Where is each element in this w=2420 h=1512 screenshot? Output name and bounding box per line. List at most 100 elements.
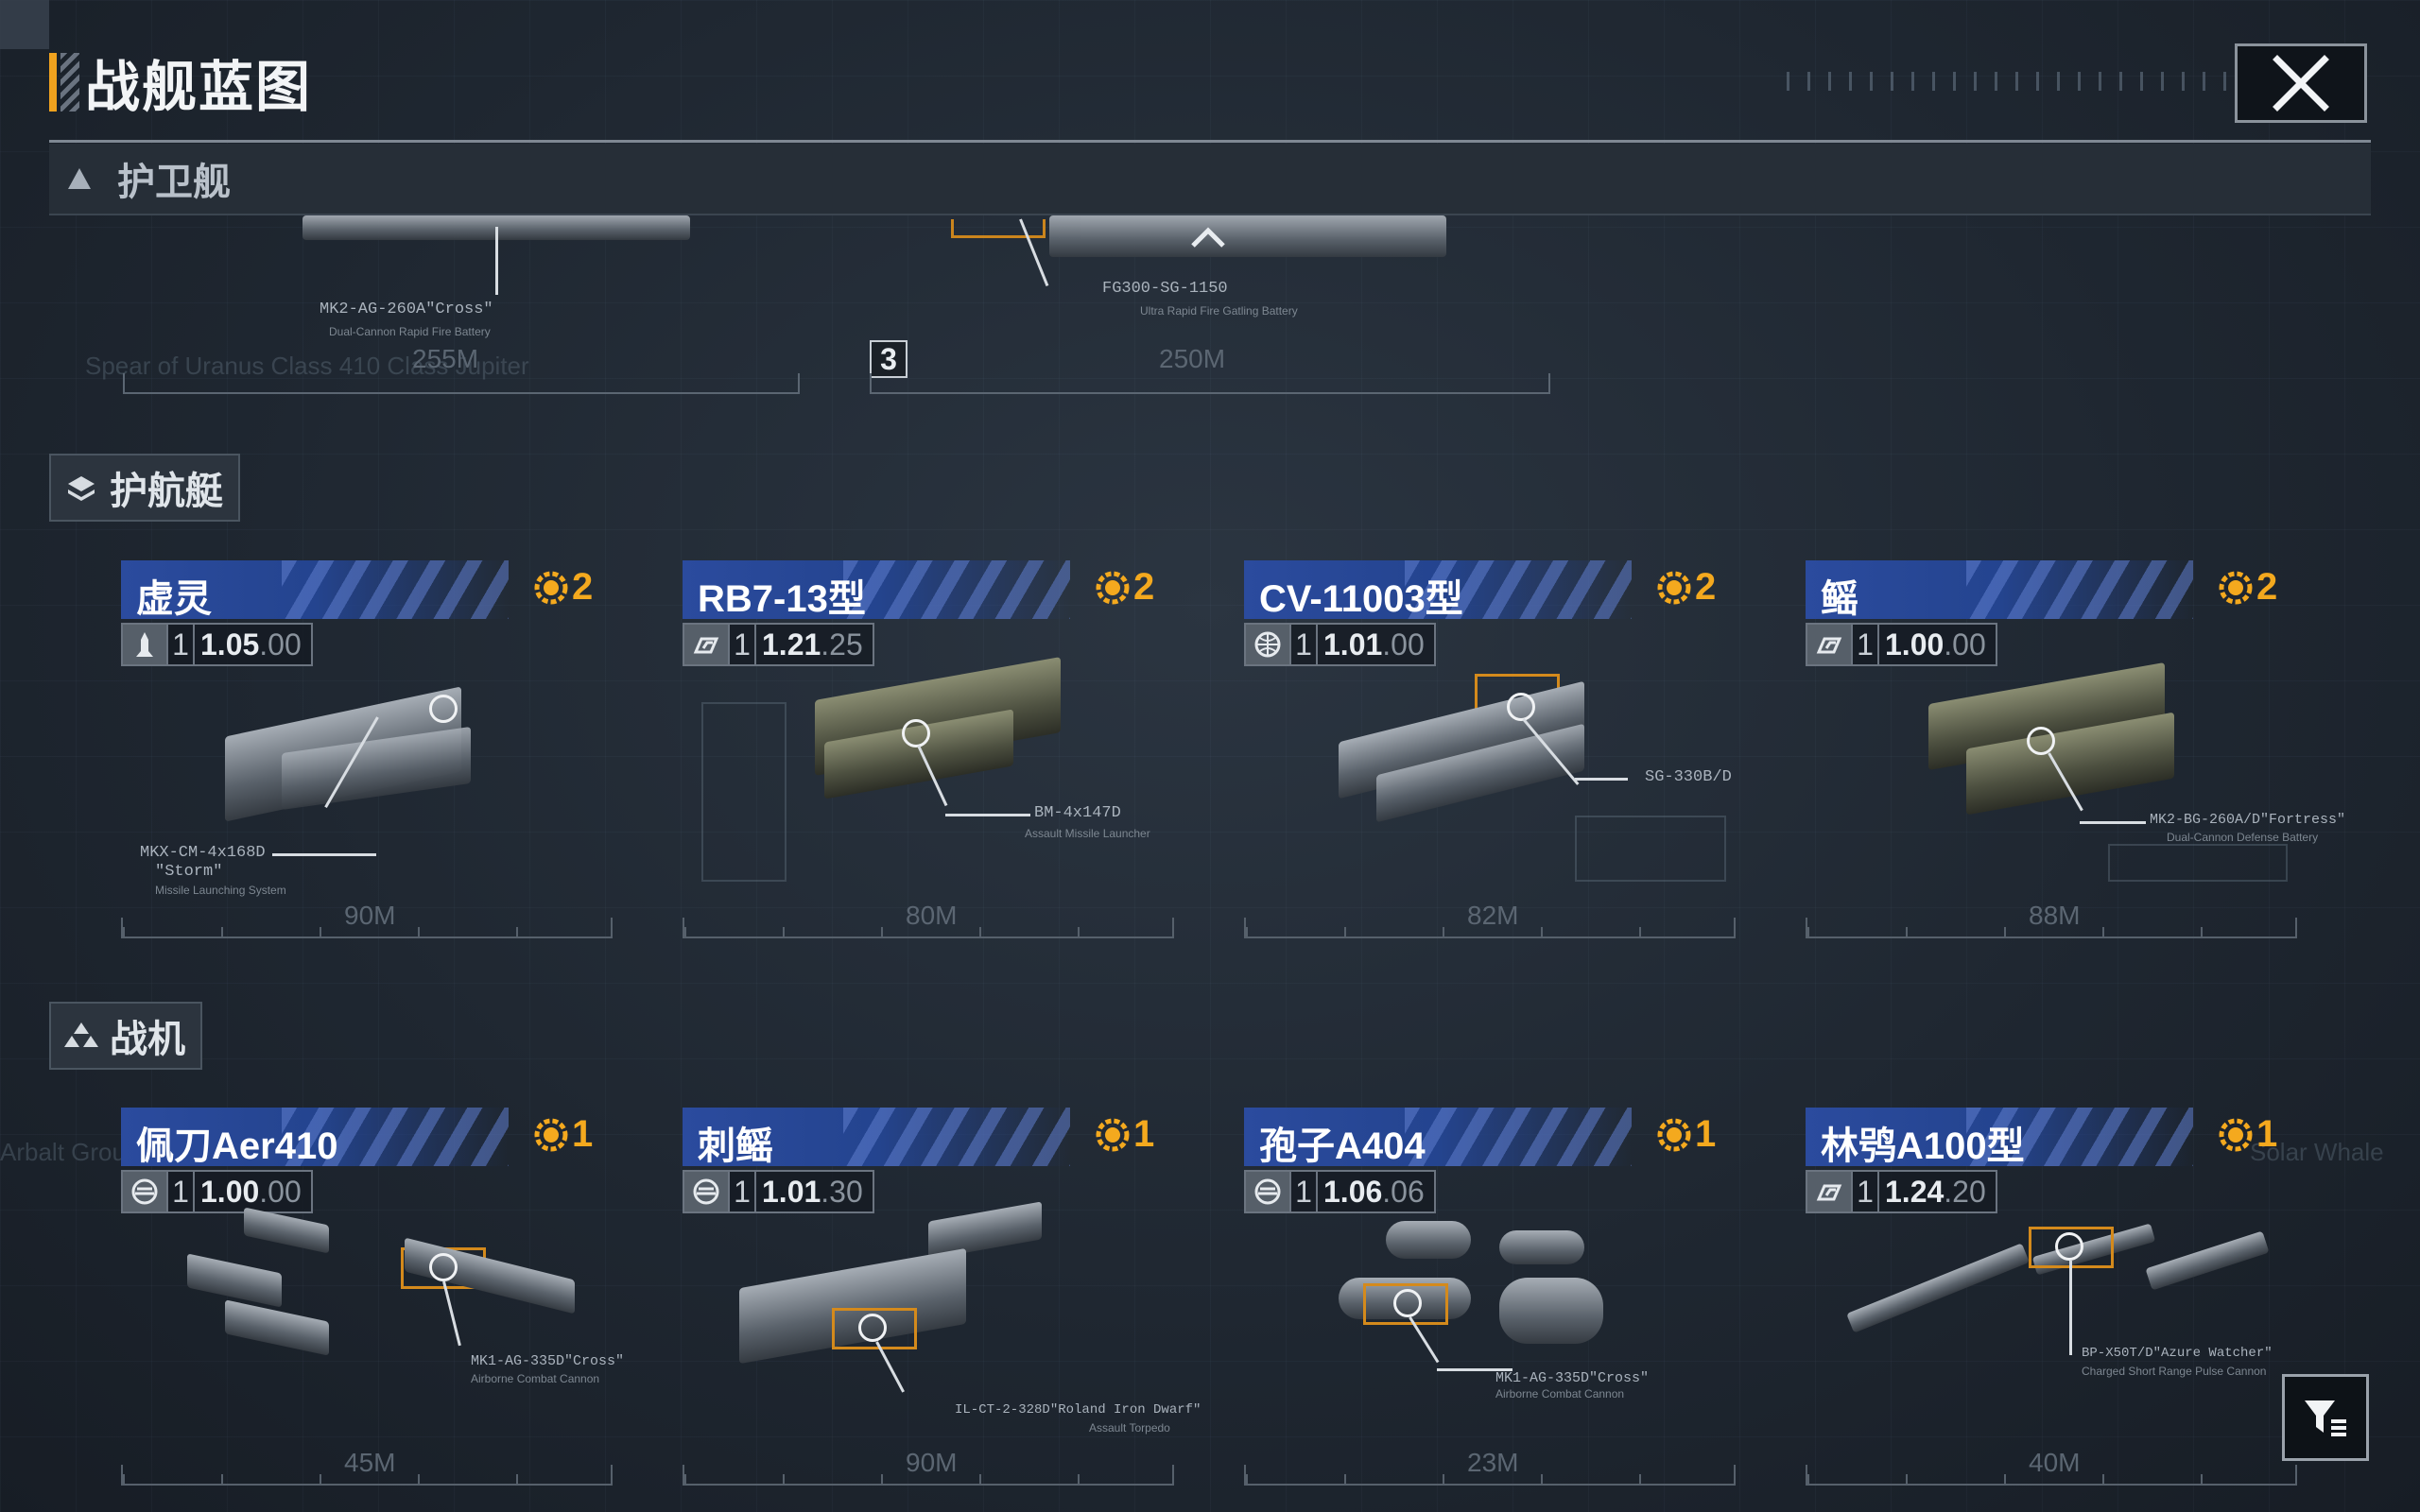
close-button[interactable]: [2235, 43, 2367, 123]
size-ruler: [1244, 1465, 1736, 1486]
remnant-weapon-sub-2: Ultra Rapid Fire Gatling Battery: [1140, 304, 1298, 318]
cost-value: 2: [1133, 566, 1155, 608]
weapon-name: MK2-BG-260A/D"Fortress": [2150, 812, 2346, 828]
cost-value: 1: [2256, 1113, 2278, 1155]
remnant-weapon-2: FG300-SG-1150: [1102, 280, 1228, 298]
cost-value: 2: [1695, 566, 1717, 608]
ship-name: RB7-13型: [698, 578, 866, 620]
callout-leader: [2069, 1261, 2072, 1355]
title-accent-bar: [49, 53, 57, 112]
escort-layers-icon: [68, 476, 95, 501]
rank-badge: 3: [870, 340, 908, 378]
stat-box: 1 1.00.00: [121, 1170, 313, 1213]
speed-icon: [684, 625, 728, 664]
stat-value: 1.01.00: [1323, 627, 1425, 662]
weapon-subtitle: Charged Short Range Pulse Cannon: [2082, 1365, 2267, 1378]
size-ruler: [121, 1465, 613, 1486]
weapon-name: IL-CT-2-328D"Roland Iron Dwarf": [955, 1402, 1201, 1418]
section-header-escort[interactable]: 护航艇: [49, 454, 240, 522]
card-banner: [1806, 560, 2193, 619]
stat-value: 1.00.00: [1885, 627, 1986, 662]
stat-box: 1 1.24.20: [1806, 1170, 1997, 1213]
ship-card[interactable]: 佩刀Aer410 1 1 1.00.00 MK1-AG-335D"Cross" …: [121, 1108, 624, 1490]
stat-level: 1: [1851, 625, 1879, 664]
ship-name: 孢子A404: [1259, 1125, 1426, 1167]
remnant-weapon-sub-1: Dual-Cannon Rapid Fire Battery: [329, 325, 491, 338]
stat-box: 1 1.05.00: [121, 623, 313, 666]
decorative-ticks: [1787, 72, 2240, 91]
stat-value: 1.00.00: [200, 1174, 302, 1209]
ship-card[interactable]: 虚灵 2 1 1.05.00 MKX-CM-4x168D "Storm" Mis…: [121, 560, 613, 943]
cost-badge: 2: [1657, 566, 1716, 609]
cost-value: 1: [572, 1113, 594, 1155]
ship-card[interactable]: 刺鳐 1 1 1.01.30 IL-CT-2-328D"Roland Iron …: [683, 1108, 1201, 1490]
size-ruler: [1806, 918, 2297, 938]
stat-box: 1 1.00.00: [1806, 623, 1997, 666]
weapon-name: BM-4x147D: [1034, 804, 1121, 822]
stat-box: 1 1.01.30: [683, 1170, 874, 1213]
stat-level: 1: [1289, 1172, 1318, 1211]
cost-badge: 2: [2219, 566, 2277, 609]
cost-value: 1: [1695, 1113, 1717, 1155]
target-ring: [2055, 1232, 2083, 1261]
weapon-name: BP-X50T/D"Azure Watcher": [2082, 1346, 2273, 1361]
filter-button[interactable]: [2282, 1374, 2369, 1461]
weapon-subtitle: Assault Missile Launcher: [1025, 827, 1150, 840]
sticky-category-bar[interactable]: 护卫舰: [49, 144, 2371, 215]
callout-leader: [495, 227, 498, 295]
cost-badge: 2: [534, 566, 593, 609]
header-divider: [49, 140, 2371, 143]
stat-value: 1.21.25: [762, 627, 863, 662]
stat-value: 1.05.00: [200, 627, 302, 662]
stat-level: 1: [1851, 1172, 1879, 1211]
ship-art: [815, 657, 1070, 801]
cost-badge: 1: [1096, 1113, 1154, 1156]
speed-icon: [1807, 1172, 1851, 1211]
globe-icon: [1246, 625, 1289, 664]
section-header-fighter[interactable]: 战机: [49, 1002, 202, 1070]
ship-hull: [405, 1237, 575, 1314]
ship-name: CV-11003型: [1259, 578, 1463, 620]
stat-value: 1.01.30: [762, 1174, 863, 1209]
target-bracket: [951, 219, 1046, 238]
callout-leader: [272, 853, 376, 856]
weapon-subtitle: Dual-Cannon Defense Battery: [2167, 831, 2319, 844]
speed-icon: [1807, 625, 1851, 664]
ship-card[interactable]: RB7-13型 2 1 1.21.25 BM-4x147D Assault Mi…: [683, 560, 1174, 943]
triangle-up-icon: [68, 168, 91, 189]
stat-level: 1: [1289, 625, 1318, 664]
stat-level: 1: [166, 625, 195, 664]
size-ruler: [1806, 1465, 2297, 1486]
remnant-size-2: 250M: [1159, 344, 1226, 373]
ship-art: [1928, 662, 2184, 816]
blueprint-ghost: [2108, 844, 2288, 882]
ship-card[interactable]: CV-11003型 2 1 1.01.00 SG-330B/D 82M: [1244, 560, 1736, 943]
ship-card[interactable]: 孢子A404 1 1 1.06.06 MK1-AG-335D"Cross" Ai…: [1244, 1108, 1736, 1490]
cost-value: 2: [572, 566, 594, 608]
remnant-ruler-2: [870, 373, 1550, 394]
fighter-squad-icon: [64, 1022, 98, 1047]
target-ring: [2027, 727, 2055, 755]
remnant-ruler-1: [123, 373, 800, 394]
size-ruler: [683, 1465, 1174, 1486]
callout-leader: [945, 814, 1030, 816]
blueprint-ghost: [1575, 816, 1726, 882]
cost-badge: 1: [534, 1113, 593, 1156]
target-ring: [1393, 1289, 1422, 1317]
chevron-up-icon[interactable]: [1189, 223, 1227, 251]
stat-level: 1: [166, 1172, 195, 1211]
weapon-subtitle: Assault Torpedo: [1089, 1421, 1170, 1435]
page-title: 战舰蓝图: [85, 57, 313, 118]
callout-leader: [442, 1280, 461, 1347]
target-ring: [1507, 693, 1535, 721]
weapon-name: MK1-AG-335D"Cross": [471, 1353, 625, 1369]
corner-decoration: [0, 0, 49, 49]
ship-card[interactable]: 鳐 2 1 1.00.00 MK2-BG-260A/D"Fortress" Du…: [1806, 560, 2345, 943]
ship-name: 刺鳐: [698, 1125, 773, 1167]
ship-card[interactable]: 林鸮A100型 1 1 1.24.20 BP-X50T/D"Azure Watc…: [1806, 1108, 2297, 1490]
section-label: 护航艇: [110, 471, 223, 512]
remnant-weapon-1: MK2-AG-260A"Cross": [320, 301, 493, 318]
weapon-name: MKX-CM-4x168D: [140, 844, 266, 862]
cost-gear-icon: [1657, 1118, 1691, 1151]
cost-gear-icon: [534, 571, 568, 604]
